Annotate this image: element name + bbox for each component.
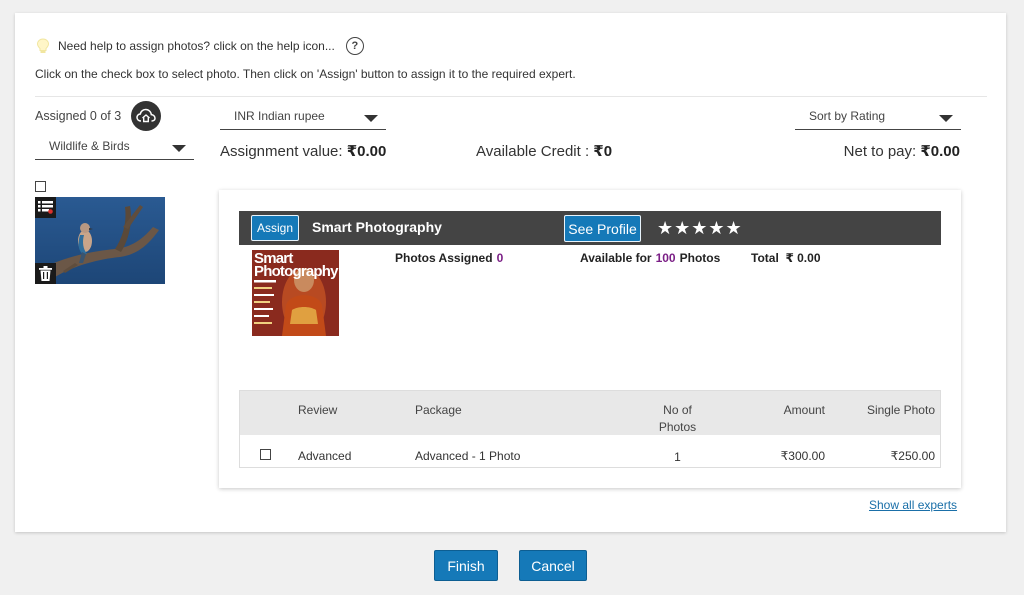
- sort-select-value: Sort by Rating: [809, 109, 886, 123]
- header-review: Review: [298, 403, 338, 417]
- available-credit: Available Credit : ₹0: [476, 142, 612, 160]
- header-package: Package: [415, 403, 462, 417]
- assign-button[interactable]: Assign: [251, 215, 299, 241]
- chevron-down-icon: [364, 115, 378, 122]
- chevron-down-icon: [939, 115, 953, 122]
- expert-name: Smart Photography: [312, 219, 442, 235]
- net-to-pay-label: Net to pay:: [843, 143, 921, 160]
- category-select-value: Wildlife & Birds: [49, 139, 130, 153]
- show-all-experts-link[interactable]: Show all experts: [869, 498, 957, 512]
- currency-select[interactable]: INR Indian rupee: [220, 106, 386, 130]
- divider: [35, 96, 987, 97]
- available-value: 100: [655, 251, 676, 265]
- net-to-pay-amount: ₹0.00: [920, 143, 960, 160]
- rating-stars: ★★★★★: [657, 218, 743, 238]
- available-credit-label: Available Credit :: [476, 143, 594, 160]
- cell-package: Advanced - 1 Photo: [415, 449, 521, 463]
- assignment-value: Assignment value: ₹0.00: [220, 142, 386, 160]
- total-label: Total: [751, 251, 779, 265]
- lightbulb-icon: [36, 38, 50, 53]
- photos-assigned: Photos Assigned 0: [395, 251, 507, 265]
- assigned-count: Assigned 0 of 3: [35, 109, 122, 123]
- see-profile-button[interactable]: See Profile: [564, 215, 641, 242]
- question-icon[interactable]: ?: [345, 37, 364, 55]
- available-suffix: Photos: [679, 251, 721, 265]
- cell-amount: ₹300.00: [780, 449, 825, 463]
- photos-assigned-value: 0: [496, 251, 504, 265]
- category-select[interactable]: Wildlife & Birds: [35, 136, 194, 160]
- photo-checkbox[interactable]: [35, 181, 46, 192]
- trash-icon[interactable]: [35, 263, 56, 284]
- total-value: ₹ 0.00: [785, 251, 821, 265]
- row-checkbox[interactable]: [260, 449, 271, 460]
- assignment-value-amount: ₹0.00: [346, 143, 387, 160]
- cell-no-of-photos: 1: [674, 450, 681, 464]
- expert-card: Assign Smart Photography See Profile ★★★…: [219, 190, 961, 488]
- instructions-text: Click on the check box to select photo. …: [35, 67, 576, 81]
- table-header: Review Package No of Photos Amount Singl…: [240, 391, 940, 435]
- package-table: Review Package No of Photos Amount Singl…: [239, 390, 941, 468]
- expert-logo: Smart Photography: [252, 250, 339, 336]
- available-label: Available for: [580, 251, 652, 265]
- table-row: Advanced Advanced - 1 Photo 1 ₹300.00 ₹2…: [240, 435, 940, 467]
- list-icon[interactable]: [35, 197, 56, 218]
- cell-single-photo: ₹250.00: [890, 449, 935, 463]
- header-amount: Amount: [783, 403, 825, 417]
- currency-select-value: INR Indian rupee: [234, 109, 325, 123]
- chevron-down-icon: [172, 145, 186, 152]
- photos-assigned-label: Photos Assigned: [395, 251, 493, 265]
- help-text: Need help to assign photos? click on the…: [58, 39, 335, 53]
- available-photos: Available for 100 Photos: [580, 251, 720, 265]
- magazine-title: Smart Photography: [254, 250, 339, 280]
- cloud-home-icon[interactable]: [131, 101, 161, 131]
- finish-button[interactable]: Finish: [434, 550, 498, 581]
- header-no-of-photos: No of Photos: [658, 403, 697, 434]
- expert-header-bar: Assign Smart Photography See Profile ★★★…: [239, 211, 941, 245]
- cell-review: Advanced: [298, 449, 352, 463]
- cancel-button[interactable]: Cancel: [519, 550, 587, 581]
- sort-select[interactable]: Sort by Rating: [795, 106, 961, 130]
- net-to-pay: Net to pay: ₹0.00: [844, 142, 960, 160]
- available-credit-amount: ₹0: [593, 143, 613, 160]
- header-single-photo: Single Photo: [866, 403, 935, 417]
- total: Total ₹ 0.00: [751, 251, 821, 265]
- help-line: Need help to assign photos? click on the…: [36, 37, 364, 55]
- assignment-value-label: Assignment value:: [220, 143, 347, 160]
